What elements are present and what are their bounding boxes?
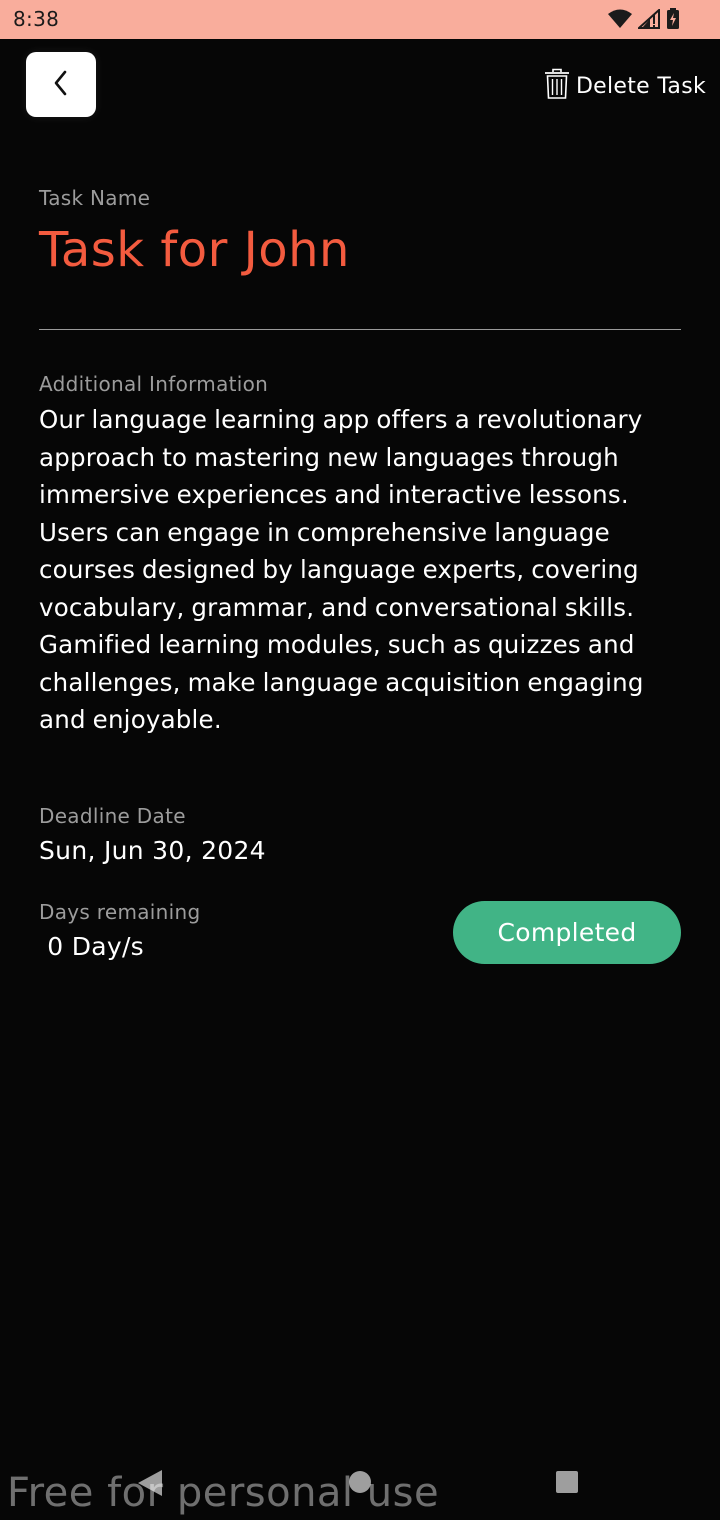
divider [39,329,681,330]
status-bar: 8:38 [0,0,720,39]
task-name-label: Task Name [39,186,151,210]
chevron-left-icon [51,68,71,102]
watermark: Free for personal use [7,1470,440,1516]
status-time: 8:38 [13,7,60,31]
delete-task-label: Delete Task [575,73,706,99]
additional-info-text: Our language learning app offers a revol… [39,405,644,734]
days-remaining-value: 0 Day/s [39,932,145,961]
completed-status-button[interactable]: Completed [453,901,681,964]
deadline-label: Deadline Date [39,804,186,828]
status-icons [608,7,680,34]
additional-info-label: Additional Information [39,372,269,396]
wifi-icon [608,9,632,33]
days-remaining-label: Days remaining [39,900,201,924]
battery-icon [666,8,680,34]
deadline-value: Sun, Jun 30, 2024 [39,836,266,865]
trash-icon [544,68,570,104]
signal-icon [636,7,660,33]
task-title: Task for John [39,222,350,278]
nav-recents-icon[interactable] [555,1470,579,1498]
delete-task-button[interactable]: Delete Task [544,68,706,104]
back-button[interactable] [26,52,96,117]
